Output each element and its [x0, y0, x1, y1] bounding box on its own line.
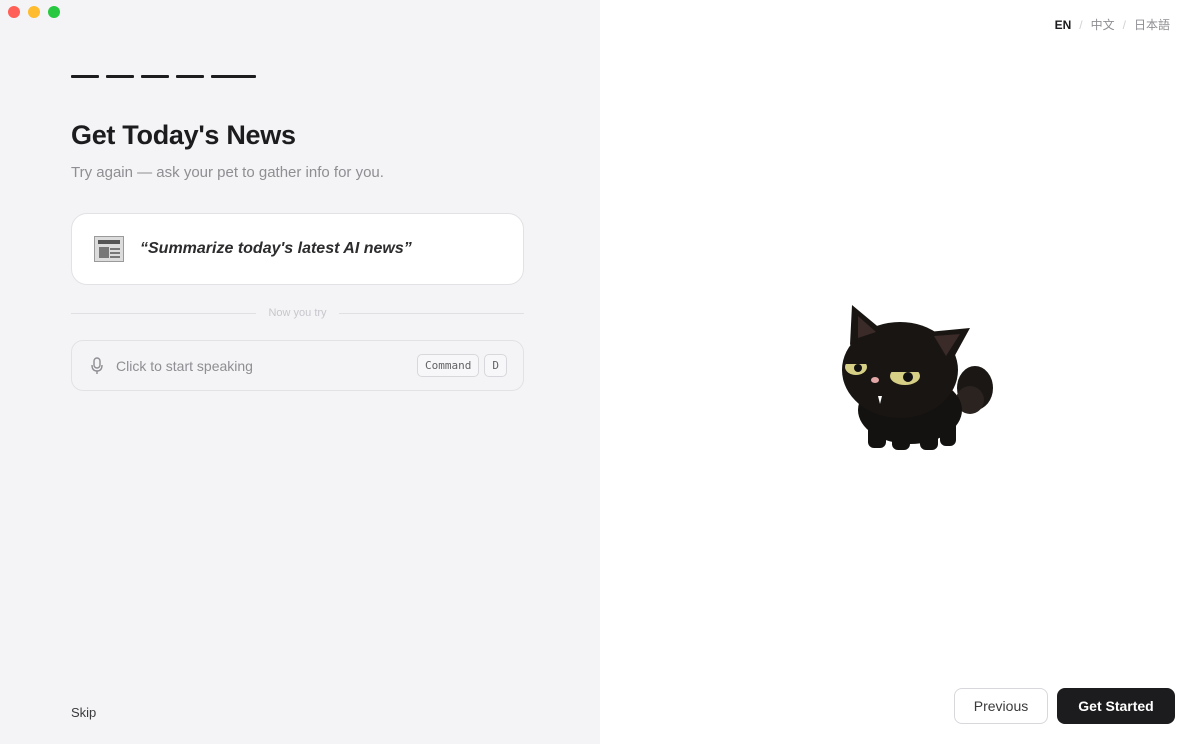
voice-input-placeholder: Click to start speaking: [116, 357, 253, 374]
minimize-window-button[interactable]: [28, 6, 40, 18]
language-separator: /: [1079, 17, 1083, 32]
page-title: Get Today's News: [71, 120, 296, 150]
close-window-button[interactable]: [8, 6, 20, 18]
maximize-window-button[interactable]: [48, 6, 60, 18]
language-separator: /: [1122, 17, 1126, 32]
previous-button[interactable]: Previous: [954, 688, 1048, 724]
progress-step: [141, 75, 169, 78]
example-prompt-card: “Summarize today's latest AI news”: [71, 213, 524, 285]
example-prompt-text: “Summarize today's latest AI news”: [140, 240, 412, 257]
black-cat-pet-image: [842, 305, 993, 450]
window-controls: [8, 6, 60, 18]
language-option-ja[interactable]: 日本語: [1134, 16, 1170, 33]
skip-link[interactable]: Skip: [71, 705, 96, 720]
newspaper-icon: [94, 236, 124, 262]
get-started-button[interactable]: Get Started: [1057, 688, 1175, 724]
progress-step: [106, 75, 134, 78]
divider: Now you try: [71, 305, 525, 321]
language-option-zh[interactable]: 中文: [1091, 16, 1115, 33]
shortcut-key-command: Command: [417, 354, 480, 377]
progress-step: [176, 75, 204, 78]
voice-input-button[interactable]: Click to start speaking Command D: [71, 340, 524, 391]
onboarding-progress: [71, 75, 256, 78]
divider-label: Now you try: [268, 307, 327, 319]
progress-step-current: [211, 75, 256, 78]
language-switcher: EN / 中文 / 日本語: [1055, 16, 1170, 33]
progress-step: [71, 75, 99, 78]
language-option-en[interactable]: EN: [1055, 18, 1072, 32]
microphone-icon: [91, 356, 103, 374]
page-subtitle: Try again — ask your pet to gather info …: [71, 164, 384, 181]
shortcut-key-d: D: [484, 354, 507, 377]
